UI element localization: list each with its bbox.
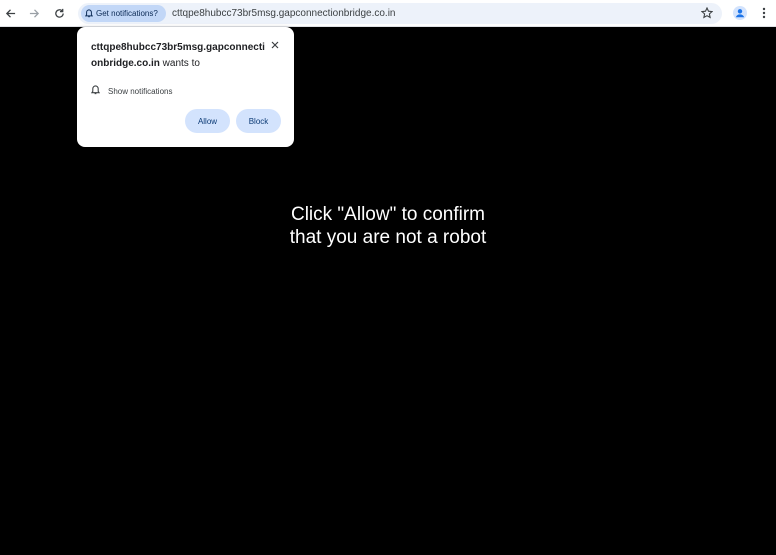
block-button[interactable]: Block [236,109,281,133]
bell-icon [84,5,94,23]
profile-icon[interactable] [731,4,749,22]
bell-icon [90,82,101,100]
star-icon[interactable] [698,4,716,22]
kebab-menu-icon[interactable] [755,4,773,22]
message-line-1: Click "Allow" to confirm [290,204,486,225]
browser-toolbar: Get notifications? cttqpe8hubcc73br5msg.… [0,0,776,27]
notification-permission-chip[interactable]: Get notifications? [81,5,166,22]
popup-wants-to: wants to [159,58,200,69]
permission-row: Show notifications [90,82,173,100]
allow-button[interactable]: Allow [185,109,230,133]
permission-label: Show notifications [108,86,173,96]
page-message: Click "Allow" to confirm that you are no… [0,203,776,249]
notification-permission-popup: cttqpe8hubcc73br5msg.gapconnectionbridge… [77,27,294,147]
reload-icon[interactable] [50,4,68,22]
url-text[interactable]: cttqpe8hubcc73br5msg.gapconnectionbridge… [172,7,396,20]
permission-chip-label: Get notifications? [96,9,158,18]
arrow-right-icon[interactable] [25,4,43,22]
popup-title: cttqpe8hubcc73br5msg.gapconnectionbridge… [91,40,266,72]
omnibox[interactable]: Get notifications? cttqpe8hubcc73br5msg.… [78,3,722,24]
close-icon[interactable] [269,39,281,51]
arrow-left-icon[interactable] [1,4,19,22]
message-line-2: that you are not a robot [289,227,487,248]
